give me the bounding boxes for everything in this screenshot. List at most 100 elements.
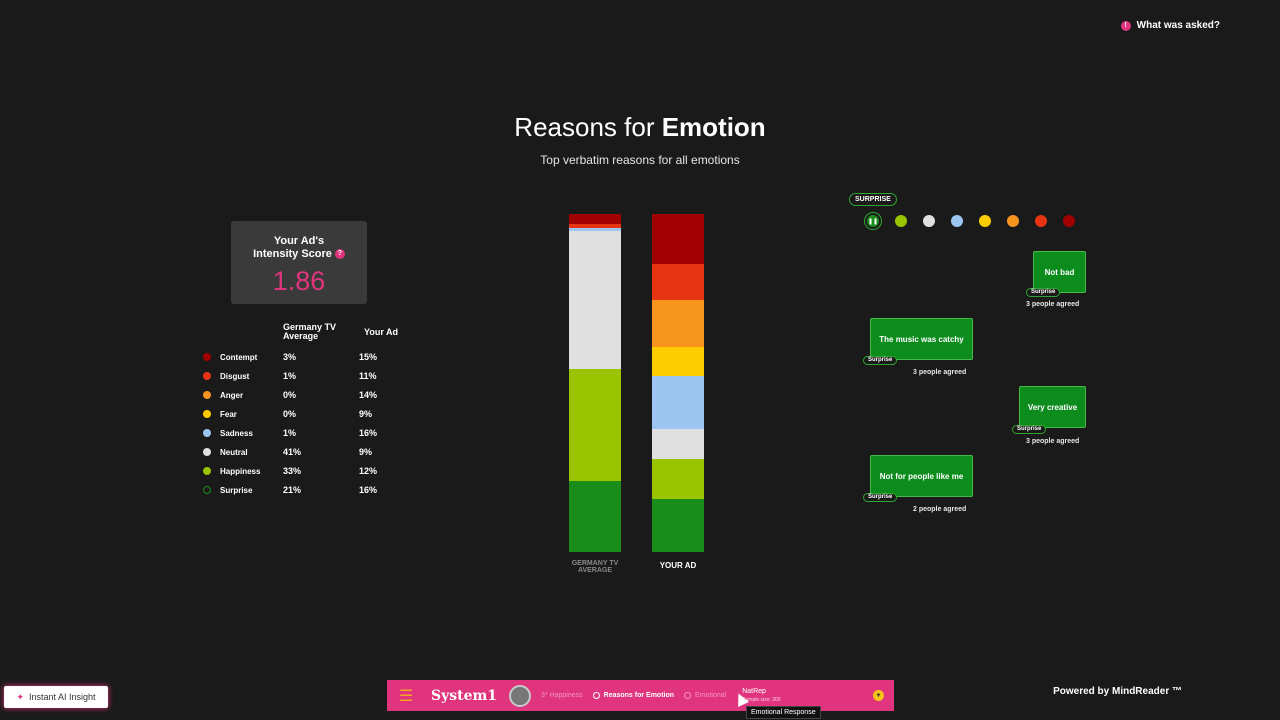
tooltip: Emotional Response [746, 706, 821, 719]
instant-ai-insight-button[interactable]: ✦ Instant AI Insight [4, 686, 108, 708]
emotion-color-dot [203, 410, 211, 418]
verbatim-tag: Surprise [863, 356, 898, 365]
average-stacked-bar [569, 214, 621, 552]
nav-emotional-label: Emotional [695, 692, 727, 699]
average-value: 21% [283, 485, 302, 495]
your-ad-value: 14% [359, 390, 378, 400]
intensity-score-value: 1.86 [272, 266, 326, 296]
info-icon: ! [1120, 20, 1131, 31]
page-title: Reasons for Emotion [0, 112, 1280, 143]
emotion-name: Anger [220, 390, 244, 400]
average-value: 1% [283, 371, 297, 381]
emotion-row: Sadness 1% 16% [203, 426, 403, 440]
table-header-average: Germany TV Average [283, 322, 337, 341]
emotion-row: Anger 0% 14% [203, 388, 403, 402]
sample-title: NatRep [742, 687, 766, 695]
filter-dot-fear[interactable] [979, 215, 991, 227]
verbatim-bubble[interactable]: The music was catchy [870, 318, 973, 360]
filter-dot-happiness[interactable] [895, 215, 907, 227]
verbatim-tag: Surprise [1012, 425, 1047, 434]
nav-emotional[interactable]: Emotional [684, 692, 726, 699]
bar-segment-happiness [652, 459, 704, 499]
menu-icon[interactable]: ☰ [387, 686, 425, 706]
your-ad-value: 11% [359, 371, 377, 381]
what-was-asked-label: What was asked? [1136, 20, 1220, 31]
your-ad-value: 16% [359, 428, 378, 438]
verbatim-agreed: 3 people agreed [1026, 301, 1080, 308]
bar-segment-surprise [652, 498, 704, 552]
score-label-line2: Intensity Score [253, 248, 332, 260]
filter-dot-surprise[interactable]: ❚❚ [867, 215, 879, 227]
emotion-color-dot [203, 448, 211, 456]
bar-segment-contempt [569, 214, 621, 225]
nav-happiness-label: 3* Happiness [541, 692, 583, 699]
bar-segment-surprise [569, 480, 621, 552]
average-value: 3% [283, 352, 297, 362]
emotion-name: Happiness [220, 466, 261, 476]
sparkle-icon: ✦ [16, 691, 24, 702]
what-was-asked-link[interactable]: ! What was asked? [1120, 20, 1220, 31]
verbatim-bubble[interactable]: Not for people like me [870, 455, 973, 497]
emotion-name: Neutral [220, 447, 248, 457]
filter-dot-contempt[interactable] [1063, 215, 1075, 227]
page-subtitle: Top verbatim reasons for all emotions [540, 153, 740, 167]
bar-segment-neutral [569, 230, 621, 370]
emotion-row: Contempt 3% 15% [203, 350, 403, 364]
instant-ai-insight-label: Instant AI Insight [29, 692, 96, 702]
emotion-row: Neutral 41% 9% [203, 445, 403, 459]
emotion-icon [592, 692, 600, 699]
powered-by: Powered by MindReader ™ [1053, 686, 1182, 697]
emotion-color-dot [203, 353, 211, 361]
help-icon[interactable]: ? [334, 249, 345, 260]
verbatim-tag: Surprise [863, 493, 898, 502]
average-value: 33% [283, 466, 302, 476]
verbatim-bubble[interactable]: Very creative [1019, 386, 1086, 428]
emotion-name: Contempt [220, 352, 258, 362]
average-bar-label: GERMANY TV AVERAGE [571, 560, 619, 574]
your-ad-value: 15% [359, 352, 378, 362]
emotion-name: Sadness [220, 428, 253, 438]
your-ad-value: 9% [359, 447, 373, 457]
bar-segment-neutral [652, 429, 704, 460]
emotion-row: Disgust 1% 11% [203, 369, 403, 383]
average-value: 41% [283, 447, 302, 457]
average-value: 1% [283, 428, 297, 438]
nav-reasons-for-emotion[interactable]: Reasons for Emotion [592, 692, 675, 699]
filter-dot-disgust[interactable] [1035, 215, 1047, 227]
emotion-color-dot [203, 372, 211, 380]
filter-dot-sadness[interactable] [951, 215, 963, 227]
average-value: 0% [283, 390, 297, 400]
avatar[interactable] [509, 684, 531, 707]
page-title-plain: Reasons for [514, 112, 662, 142]
active-emotion-filter: SURPRISE [849, 193, 897, 206]
bar-segment-sadness [652, 376, 704, 430]
verbatim-agreed: 3 people agreed [913, 369, 967, 376]
bar-segment-fear [652, 346, 704, 377]
emotion-filter-dots: ❚❚ [867, 215, 1075, 227]
bar-segment-disgust [652, 263, 704, 301]
emotion-row: Fear 0% 9% [203, 407, 403, 421]
your-ad-value: 12% [359, 466, 378, 476]
verbatim-agreed: 3 people agreed [1026, 438, 1080, 445]
bar-segment-anger [652, 300, 704, 347]
verbatim-bubble[interactable]: Not bad [1033, 251, 1086, 293]
emotion-name: Fear [220, 409, 237, 419]
your-ad-bar-label: YOUR AD [659, 561, 697, 570]
bar-segment-contempt [652, 214, 704, 264]
chevron-down-icon[interactable]: ▼ [873, 690, 884, 701]
your-ad-stacked-bar [652, 214, 704, 552]
verbatim-agreed: 2 people agreed [913, 506, 967, 513]
emotion-icon [684, 692, 692, 699]
filter-dot-neutral[interactable] [923, 215, 935, 227]
emotion-color-dot [203, 391, 211, 399]
emotion-row: Happiness 33% 12% [203, 464, 403, 478]
score-label-line1: Your Ad's [273, 235, 325, 247]
filter-dot-anger[interactable] [1007, 215, 1019, 227]
emotion-name: Surprise [220, 485, 253, 495]
score-label-line2-wrap: Intensity Score? [231, 248, 367, 261]
emotion-color-dot [203, 429, 211, 437]
average-value: 0% [283, 409, 297, 419]
emotion-color-dot [203, 486, 211, 494]
nav-happiness[interactable]: 3* Happiness [541, 692, 583, 699]
nav-reasons-label: Reasons for Emotion [603, 692, 675, 699]
